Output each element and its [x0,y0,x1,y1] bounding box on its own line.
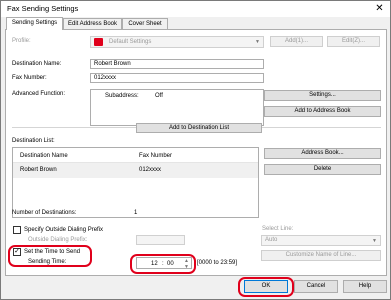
profile-icon [94,38,103,46]
destination-name-field[interactable]: Robert Brown [90,59,264,69]
select-line-label: Select Line: [262,226,294,232]
row-destination-name: Robert Brown [20,167,57,173]
add-profile-button[interactable]: Add(1)... [270,36,323,47]
chevron-down-icon: ▼ [255,39,260,45]
chevron-down-icon: ▼ [372,238,377,244]
outside-dialing-prefix-label: Outside Dialing Prefix: [28,237,88,243]
profile-select[interactable]: Default Settings ▼ [90,36,264,48]
outside-dialing-prefix-checkbox[interactable] [13,226,21,234]
select-line-dropdown[interactable]: Auto ▼ [261,235,381,246]
destination-list-header: Destination Name Fax Number [13,148,258,163]
tab-cover-sheet[interactable]: Cover Sheet [122,18,168,29]
advanced-function-label: Advanced Function: [12,91,66,97]
tab-sending-settings[interactable]: Sending Settings [6,17,63,30]
destination-name-label: Destination Name: [12,61,62,67]
ok-button[interactable]: OK [244,280,288,293]
fax-sending-settings-dialog: Fax Sending Settings ✕ Sending Settings … [0,0,391,300]
window-title: Fax Sending Settings [7,4,79,13]
sending-time-label: Sending Time: [28,259,67,265]
subaddress-value: Off [155,93,163,99]
profile-value: Default Settings [109,39,152,45]
destination-list-label: Destination List: [12,138,55,144]
delete-button[interactable]: Delete [264,164,381,175]
sending-time-minute[interactable]: 00 [167,260,174,268]
cancel-button[interactable]: Cancel [294,280,338,293]
subaddress-label: Subaddress: [105,93,139,99]
fax-number-label: Fax Number: [12,75,47,81]
tab-edit-address-book[interactable]: Edit Address Book [63,18,122,29]
sending-time-field[interactable]: 12 : 00 ▲ ▼ [136,257,192,269]
number-of-destinations-label: Number of Destinations: [12,210,77,216]
add-to-destination-list-button[interactable]: Add to Destination List [136,123,262,133]
row-fax-number: 012xxxx [139,167,162,173]
destination-list[interactable]: Destination Name Fax Number Robert Brown… [12,147,259,218]
sending-settings-panel: Profile: Default Settings ▼ Add(1)... Ed… [5,29,387,276]
set-time-to-send-label: Set the Time to Send [24,249,81,255]
close-icon[interactable]: ✕ [370,2,389,15]
help-button[interactable]: Help [343,280,387,293]
address-book-button[interactable]: Address Book... [264,148,381,159]
spin-down-icon[interactable]: ▼ [184,263,189,268]
set-time-to-send-checkbox[interactable]: ✓ [13,248,21,256]
fax-number-field[interactable]: 012xxxx [90,73,264,83]
sending-time-hour[interactable]: 12 [151,260,158,268]
sending-time-range: [0000 to 23:59] [197,260,238,266]
profile-label: Profile: [12,38,31,44]
sending-time-separator: : [162,261,164,267]
column-destination-name[interactable]: Destination Name [20,153,68,159]
select-line-value: Auto [265,237,278,243]
column-fax-number[interactable]: Fax Number [139,153,172,159]
add-to-address-book-button[interactable]: Add to Address Book [264,106,381,117]
outside-dialing-prefix-field[interactable] [136,235,185,245]
settings-button[interactable]: Settings... [264,90,381,101]
outside-dialing-prefix-checkbox-label: Specify Outside Dialing Prefix [24,227,104,233]
customize-name-of-line-button[interactable]: Customize Name of Line... [261,250,381,261]
number-of-destinations-value: 1 [134,210,138,216]
title-bar: Fax Sending Settings ✕ [1,1,390,17]
edit-profile-button[interactable]: Edit(Z)... [327,36,380,47]
table-row[interactable]: Robert Brown 012xxxx [13,163,258,178]
advanced-function-box: Subaddress: Off [90,89,264,126]
